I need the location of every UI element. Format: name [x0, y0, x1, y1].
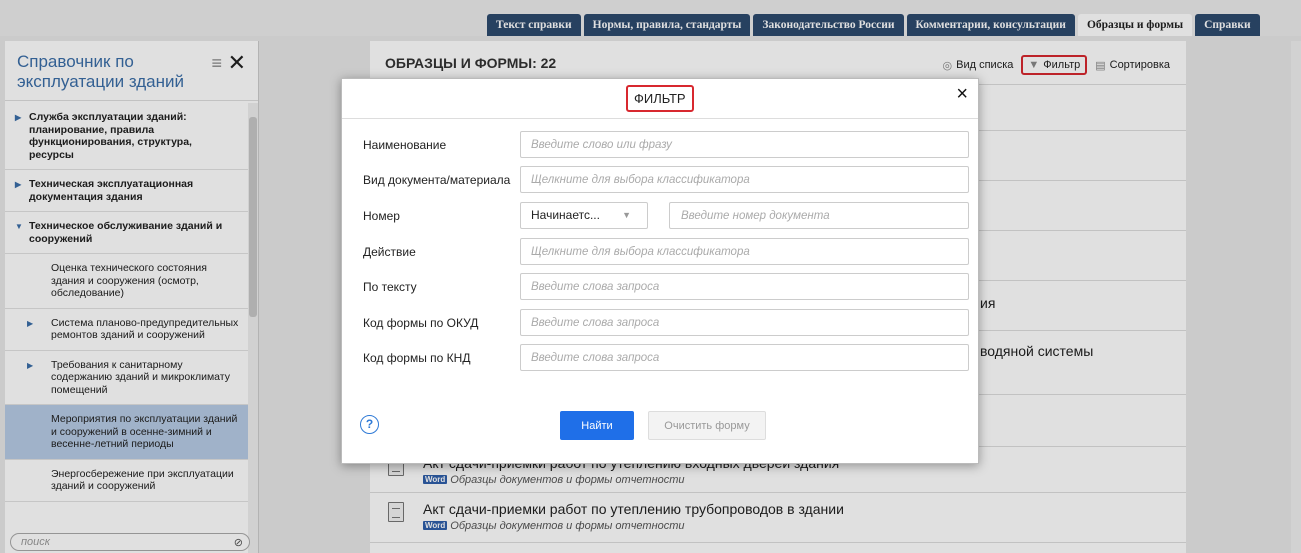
name-input[interactable]: [520, 131, 969, 158]
dialog-header: ФИЛЬТР ×: [342, 79, 978, 119]
field-label: Номер: [363, 209, 400, 223]
field-label: Код формы по КНД: [363, 351, 471, 365]
clear-form-button[interactable]: Очистить форму: [648, 411, 766, 440]
number-input[interactable]: [669, 202, 969, 229]
field-row-by-text: По тексту: [342, 273, 980, 301]
field-label: Наименование: [363, 138, 447, 152]
field-row-action: Действие: [342, 238, 980, 266]
field-row-okud: Код формы по ОКУД: [342, 309, 980, 337]
okud-input[interactable]: [520, 309, 969, 336]
field-label: По тексту: [363, 280, 417, 294]
help-icon[interactable]: ?: [360, 415, 379, 434]
action-input[interactable]: [520, 238, 969, 265]
number-match-select[interactable]: Начинаетс... ▼: [520, 202, 648, 229]
field-label: Действие: [363, 245, 416, 259]
field-row-number: Номер Начинаетс... ▼: [342, 202, 980, 230]
knd-input[interactable]: [520, 344, 969, 371]
chevron-down-icon: ▼: [622, 210, 631, 220]
field-row-doc-type: Вид документа/материала: [342, 166, 980, 194]
text-search-input[interactable]: [520, 273, 969, 300]
field-row-knd: Код формы по КНД: [342, 344, 980, 372]
dialog-title: ФИЛЬТР: [626, 85, 694, 112]
field-row-name: Наименование: [342, 131, 980, 159]
select-value: Начинаетс...: [531, 208, 600, 222]
filter-dialog: ФИЛЬТР × Наименование Вид документа/мате…: [341, 78, 979, 464]
close-icon[interactable]: ×: [956, 83, 968, 106]
doc-type-input[interactable]: [520, 166, 969, 193]
field-label: Вид документа/материала: [363, 173, 511, 187]
field-label: Код формы по ОКУД: [363, 316, 479, 330]
find-button[interactable]: Найти: [560, 411, 634, 440]
